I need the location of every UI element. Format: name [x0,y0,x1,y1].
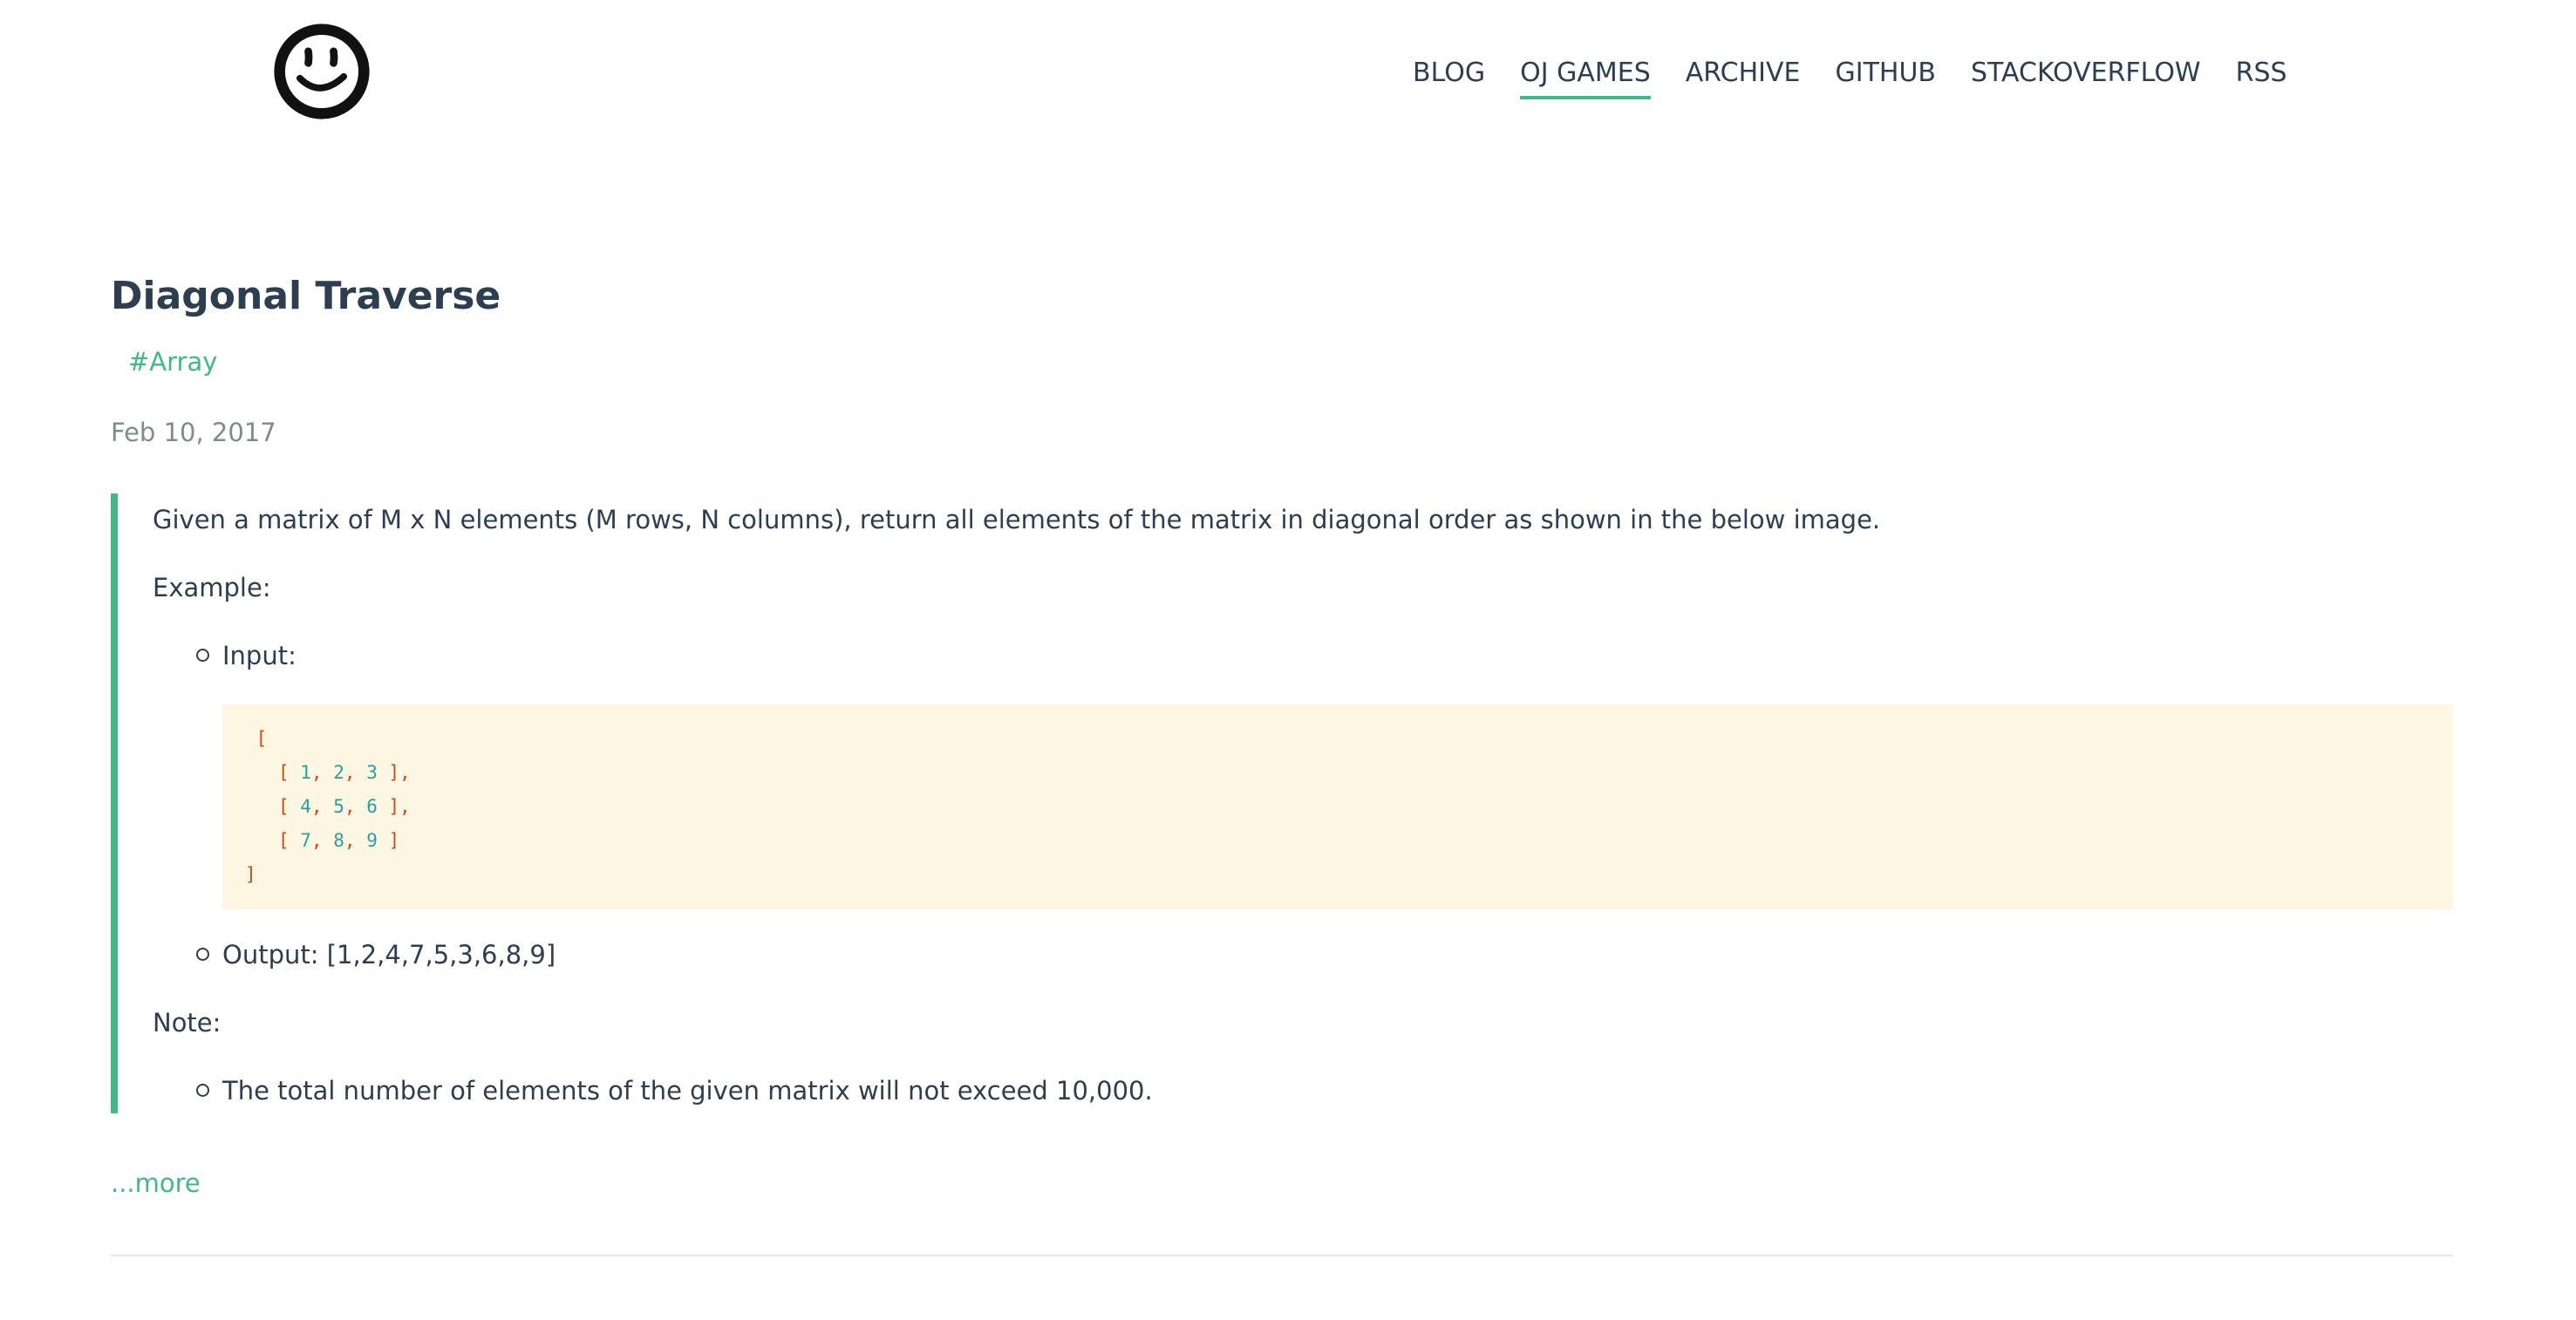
post: Diagonal Traverse #Array Feb 10, 2017 Gi… [111,262,2453,1263]
nav-link-blog[interactable]: BLOG [1413,54,1485,99]
read-more-link[interactable]: ...more [111,1164,201,1202]
code-number: 6 [366,796,378,817]
code-number: 2 [333,762,344,783]
input-list-item: Input: [ [ 1, 2, 3 ], [ 4, 5, 6 ], [ 7, … [196,636,2453,909]
problem-description: Given a matrix of M x N elements (M rows… [111,493,2453,1113]
output-text: Output: [1,2,4,7,5,3,6,8,9] [222,940,556,970]
nav-item-rss: RSS [2236,54,2287,99]
code-comma: , [310,796,323,817]
code-bracket: ] [388,796,400,817]
note-text: The total number of elements of the give… [222,1076,1153,1106]
code-comma: , [310,762,323,783]
tag-list: #Array [111,340,2453,384]
code-bracket: ] [245,864,256,885]
nav-item-github: GITHUB [1835,54,1936,99]
nav-item-stackoverflow: STACKOVERFLOW [1971,54,2201,99]
nav-link-oj-games[interactable]: OJ GAMES [1520,54,1651,99]
code-comma: , [344,762,356,783]
code-bracket: ] [388,830,400,851]
code-bracket: [ [277,830,290,851]
description-text: Given a matrix of M x N elements (M rows… [153,505,1881,534]
nav-item-oj-games: OJ GAMES [1520,54,1651,99]
code-comma: , [344,830,356,851]
code-comma: , [344,796,356,817]
circle-bullet-icon [196,649,209,662]
code-bracket: [ [256,728,268,749]
code-number: 5 [333,796,344,817]
code-number: 3 [366,762,378,783]
post-title[interactable]: Diagonal Traverse [111,262,2453,331]
code-number: 4 [300,796,311,817]
nav-item-blog: BLOG [1413,54,1485,99]
nav-item-archive: ARCHIVE [1686,54,1801,99]
post-divider [111,1255,2453,1256]
smiley-face-icon[interactable] [270,21,373,122]
code-bracket: [ [277,796,290,817]
code-comma: , [399,796,411,817]
post-date: Feb 10, 2017 [111,418,276,447]
input-label: Input: [222,641,296,670]
note-label: Note: [153,1008,221,1038]
note-list: The total number of elements of the give… [153,1072,2453,1110]
tag-link-array[interactable]: #Array [128,347,217,377]
note-list-item: The total number of elements of the give… [196,1072,2453,1110]
nav-link-stackoverflow[interactable]: STACKOVERFLOW [1971,54,2201,99]
nav-link-github[interactable]: GITHUB [1835,54,1936,99]
output-list-item: Output: [1,2,4,7,5,3,6,8,9] [196,936,2453,974]
example-label: Example: [153,573,271,602]
example-list: Input: [ [ 1, 2, 3 ], [ 4, 5, 6 ], [ 7, … [153,636,2453,974]
code-number: 9 [366,830,378,851]
main-nav: BLOG OJ GAMES ARCHIVE GITHUB STACKOVERFL… [1413,54,2287,99]
nav-link-rss[interactable]: RSS [2236,54,2287,99]
code-number: 1 [300,762,311,783]
code-number: 8 [333,830,344,851]
nav-link-archive[interactable]: ARCHIVE [1686,54,1801,99]
circle-bullet-icon [196,1084,209,1097]
code-comma: , [399,762,411,783]
code-number: 7 [300,830,311,851]
input-code-block: [ [ 1, 2, 3 ], [ 4, 5, 6 ], [ 7, 8, 9 ] … [222,704,2453,909]
code-comma: , [310,830,323,851]
code-bracket: ] [388,762,400,783]
circle-bullet-icon [196,948,209,961]
code-bracket: [ [277,762,290,783]
